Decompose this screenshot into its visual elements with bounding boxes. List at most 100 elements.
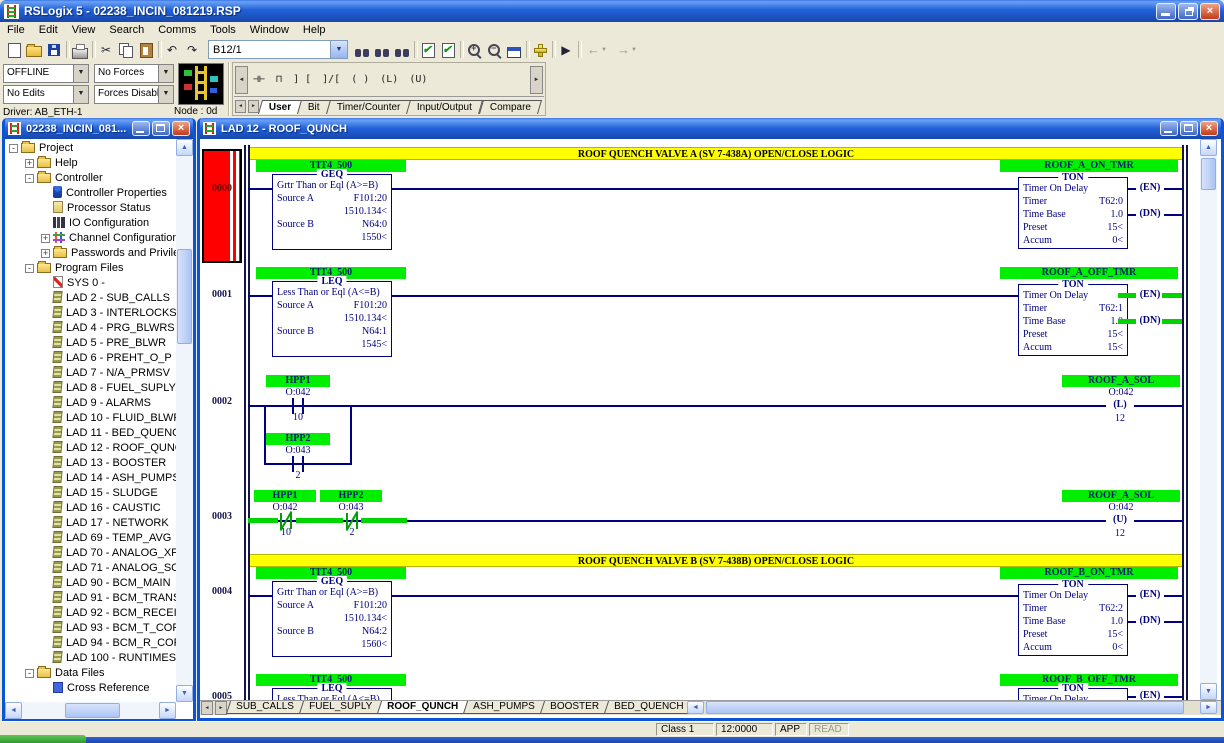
tree-item-lad-70-analog-xfr[interactable]: LAD 70 - ANALOG_XFR xyxy=(5,546,176,561)
tree-item-processor-status[interactable]: Processor Status xyxy=(5,201,176,216)
tree-item-lad-90-bcm-main[interactable]: LAD 90 - BCM_MAIN xyxy=(5,576,176,591)
expand-box[interactable]: + xyxy=(41,234,50,243)
print-button[interactable] xyxy=(70,40,90,60)
rung-number[interactable]: 0000 xyxy=(200,183,244,194)
edits-combobox[interactable]: No Edits ▼ xyxy=(3,85,89,104)
sheet-tab-bed-quench[interactable]: BED_QUENCH xyxy=(604,701,694,714)
branch-icon[interactable]: ⊓ xyxy=(276,74,282,85)
ladder-scroll-up-button[interactable]: ▲ xyxy=(1200,139,1217,156)
zoom-in-button[interactable]: + xyxy=(464,40,484,60)
tree-scroll-right-button[interactable]: ► xyxy=(159,702,176,719)
sheet-tab-sub-calls[interactable]: SUB_CALLS xyxy=(226,701,304,714)
new-file-button[interactable] xyxy=(4,40,24,60)
ladder-close-button[interactable]: × xyxy=(1200,121,1218,136)
tree-item-lad-9-alarms[interactable]: LAD 9 - ALARMS xyxy=(5,396,176,411)
instruction-tag[interactable]: ROOF_A_ON_TMR xyxy=(1000,160,1178,172)
ton-block[interactable]: TON Timer On Delay xyxy=(1018,688,1128,700)
instruction-tag[interactable]: HPP1 xyxy=(266,375,330,387)
find-button[interactable] xyxy=(352,40,372,60)
instruction-tag[interactable]: ROOF_A_OFF_TMR xyxy=(1000,267,1178,279)
tree-close-button[interactable]: × xyxy=(172,121,190,136)
rung-comment-header[interactable]: ROOF QUENCH VALVE B (SV 7-438B) OPEN/CLO… xyxy=(250,554,1182,567)
menu-tools[interactable]: Tools xyxy=(203,24,243,36)
tree-scroll-up-button[interactable]: ▲ xyxy=(176,139,193,156)
otl-coil-icon[interactable]: (L) xyxy=(380,74,398,85)
forces-state-combobox[interactable]: Forces Disabled ▼ xyxy=(94,85,174,104)
expand-box[interactable]: + xyxy=(41,249,50,258)
palette-tab-user[interactable]: User xyxy=(258,100,302,114)
ladder-canvas[interactable]: ROOF QUENCH VALVE A (SV 7-438A) OPEN/CLO… xyxy=(200,139,1200,700)
tree-item-help[interactable]: +Help xyxy=(5,156,176,171)
xic-contact-icon[interactable]: ] [ xyxy=(293,74,311,85)
redo-button[interactable]: ↷ xyxy=(182,40,202,60)
navigate-forward-button[interactable]: →▼ xyxy=(614,40,640,60)
tree-item-lad-15-sludge[interactable]: LAD 15 - SLUDGE xyxy=(5,486,176,501)
tree-item-controller[interactable]: -Controller xyxy=(5,171,176,186)
tree-item-lad-91-bcm-transm[interactable]: LAD 91 - BCM_TRANSM xyxy=(5,591,176,606)
palette-scroll-right-button[interactable]: ► xyxy=(530,66,543,94)
expand-box[interactable]: + xyxy=(25,159,34,168)
palette-tabs-scroll-right-button[interactable]: ► xyxy=(248,100,259,113)
tree-item-cross-reference[interactable]: Cross Reference xyxy=(5,681,176,696)
save-button[interactable] xyxy=(44,40,64,60)
rung-number[interactable]: 0004 xyxy=(200,586,244,597)
tree-item-lad-17-network[interactable]: LAD 17 - NETWORK xyxy=(5,516,176,531)
close-button[interactable]: × xyxy=(1200,3,1220,20)
new-component-button[interactable] xyxy=(530,40,550,60)
ladder-hscroll-left-button[interactable]: ◄ xyxy=(687,701,704,714)
tree-item-lad-71-analog-scl[interactable]: LAD 71 - ANALOG_SCL xyxy=(5,561,176,576)
rung-number[interactable]: 0005 xyxy=(200,691,244,700)
properties-window-button[interactable] xyxy=(504,40,524,60)
ladder-maximize-button[interactable] xyxy=(1180,121,1198,136)
ladder-vertical-scroll-thumb[interactable] xyxy=(1201,158,1216,190)
restore-button[interactable] xyxy=(1178,3,1198,20)
tree-minimize-button[interactable] xyxy=(132,121,150,136)
cut-button[interactable]: ✂ xyxy=(96,40,116,60)
sheet-tab-roof-qunch[interactable]: ROOF_QUNCH xyxy=(377,701,468,714)
collapse-box[interactable]: - xyxy=(25,174,34,183)
mode-combobox[interactable]: OFFLINE ▼ xyxy=(3,64,89,83)
tree-item-lad-5-pre-blwr[interactable]: LAD 5 - PRE_BLWR xyxy=(5,336,176,351)
tree-item-lad-11-bed-quench[interactable]: LAD 11 - BED_QUENCH xyxy=(5,426,176,441)
tree-item-lad-13-booster[interactable]: LAD 13 - BOOSTER xyxy=(5,456,176,471)
address-combobox[interactable]: B12/1 ▼ xyxy=(208,40,348,59)
tree-scroll-left-button[interactable]: ◄ xyxy=(5,702,22,719)
tree-scroll-down-button[interactable]: ▼ xyxy=(176,685,193,702)
dn-coil[interactable]: (DN) xyxy=(1136,615,1164,627)
rung-number[interactable]: 0002 xyxy=(200,396,244,407)
sheet-tab-booster[interactable]: BOOSTER xyxy=(540,701,609,714)
instruction-tag[interactable]: ROOF_B_OFF_TMR xyxy=(1000,674,1178,686)
tree-item-lad-93-bcm-t-copy[interactable]: LAD 93 - BCM_T_COPY xyxy=(5,621,176,636)
tree-horizontal-scroll-thumb[interactable] xyxy=(65,703,120,718)
zoom-out-button[interactable]: − xyxy=(484,40,504,60)
latch-coil[interactable]: (L) xyxy=(1106,399,1134,411)
tree-item-lad-2-sub-calls[interactable]: LAD 2 - SUB_CALLS xyxy=(5,291,176,306)
menu-file[interactable]: File xyxy=(0,24,32,36)
sheet-tab-ash-pumps[interactable]: ASH_PUMPS xyxy=(463,701,545,714)
tree-item-lad-6-preht-o-p[interactable]: LAD 6 - PREHT_O_P xyxy=(5,351,176,366)
taskbar-button-fragment[interactable] xyxy=(0,735,86,743)
find-replace-button[interactable] xyxy=(392,40,412,60)
rung-comment-header[interactable]: ROOF QUENCH VALVE A (SV 7-438A) OPEN/CLO… xyxy=(250,147,1182,160)
palette-tab-timer-counter[interactable]: Timer/Counter xyxy=(326,100,412,114)
menu-help[interactable]: Help xyxy=(296,24,333,36)
rung-icon[interactable]: ⊣⊢ xyxy=(253,74,265,85)
otu-coil-icon[interactable]: (U) xyxy=(409,74,427,85)
tree-item-lad-69-temp-avg[interactable]: LAD 69 - TEMP_AVG xyxy=(5,531,176,546)
tree-item-lad-7-n-a-prmsv[interactable]: LAD 7 - N/A_PRMSV xyxy=(5,366,176,381)
instruction-tag[interactable]: ROOF_B_ON_TMR xyxy=(1000,567,1178,579)
ote-coil-icon[interactable]: ( ) xyxy=(351,74,369,85)
tree-item-lad-3-interlocks[interactable]: LAD 3 - INTERLOCKS xyxy=(5,306,176,321)
tree-item-lad-8-fuel-suply[interactable]: LAD 8 - FUEL_SUPLY xyxy=(5,381,176,396)
verify-project-button[interactable]: ✔ xyxy=(438,40,458,60)
tree-item-lad-4-prg-blwrs[interactable]: LAD 4 - PRG_BLWRS xyxy=(5,321,176,336)
tree-maximize-button[interactable] xyxy=(152,121,170,136)
instruction-tag[interactable]: HPP2 xyxy=(320,490,382,502)
en-coil[interactable]: (EN) xyxy=(1136,289,1164,301)
tree-item-controller-properties[interactable]: Controller Properties xyxy=(5,186,176,201)
palette-tab-compare[interactable]: Compare xyxy=(479,100,542,114)
ladder-scroll-down-button[interactable]: ▼ xyxy=(1200,683,1217,700)
collapse-box[interactable]: - xyxy=(9,144,18,153)
leq-block[interactable]: LEQ Less Than or Eql (A<=B) Source AF101… xyxy=(272,281,392,357)
ladder-vertical-scrollbar[interactable] xyxy=(1200,139,1217,700)
